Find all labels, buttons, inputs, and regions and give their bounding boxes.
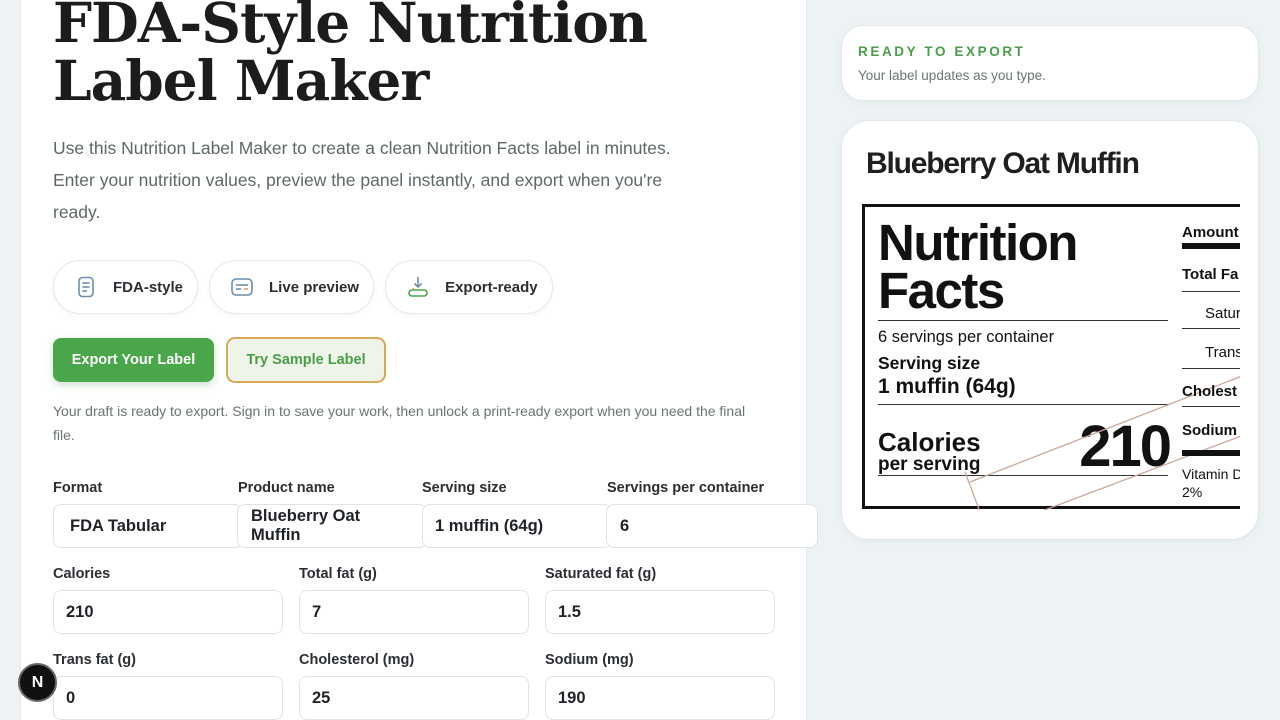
cholesterol-row: Cholest bbox=[1182, 383, 1238, 400]
decorative-diagonal-lines bbox=[964, 376, 1240, 510]
document-icon bbox=[73, 274, 99, 300]
feature-pill-label: FDA-style bbox=[113, 278, 184, 296]
divider bbox=[1182, 406, 1240, 407]
divider bbox=[1182, 243, 1240, 249]
download-tray-icon bbox=[405, 274, 431, 300]
feature-pill-export-ready: Export-ready bbox=[385, 260, 553, 314]
feature-pill-fda-style: FDA-style bbox=[53, 260, 199, 314]
sodium-input[interactable]: 190 bbox=[545, 676, 775, 720]
feature-pills: FDA-style Live preview Export-ready bbox=[53, 260, 553, 314]
export-status-card: READY TO EXPORT Your label updates as yo… bbox=[841, 25, 1259, 101]
preview-card-icon bbox=[229, 274, 255, 300]
product-name-input[interactable]: Blueberry Oat Muffin bbox=[237, 504, 427, 548]
total-fat-input[interactable]: 7 bbox=[299, 590, 529, 634]
saturated-fat-row: Satur bbox=[1205, 305, 1240, 322]
format-label: Format bbox=[53, 480, 103, 496]
label-preview-card: Blueberry Oat Muffin Nutrition Facts 6 se… bbox=[841, 120, 1259, 540]
total-fat-label: Total fat (g) bbox=[299, 566, 377, 582]
trans-fat-row: Trans bbox=[1205, 344, 1240, 361]
calories-label: Calories bbox=[53, 566, 111, 582]
try-sample-label-button[interactable]: Try Sample Label bbox=[226, 337, 386, 383]
product-name-label: Product name bbox=[238, 480, 335, 496]
sodium-label: Sodium (mg) bbox=[545, 652, 634, 668]
nutrition-label-viewport: Nutrition Facts 6 servings per container … bbox=[862, 204, 1240, 510]
cholesterol-input[interactable]: 25 bbox=[299, 676, 529, 720]
serving-size-label: Serving size bbox=[422, 480, 507, 496]
serving-size-input[interactable]: 1 muffin (64g) bbox=[422, 504, 612, 548]
trans-fat-input[interactable]: 0 bbox=[53, 676, 283, 720]
vitamin-d-percent: 2% bbox=[1182, 484, 1203, 500]
sodium-row: Sodium bbox=[1182, 422, 1237, 439]
page-title: FDA-Style Nutrition Label Maker bbox=[53, 0, 648, 113]
vitamin-d-row: Vitamin D bbox=[1182, 466, 1240, 482]
cholesterol-label: Cholesterol (mg) bbox=[299, 652, 415, 668]
preview-product-name: Blueberry Oat Muffin bbox=[866, 147, 1140, 180]
framework-dev-badge[interactable]: N bbox=[18, 663, 57, 702]
saturated-fat-label: Saturated fat (g) bbox=[545, 566, 657, 582]
calories-input[interactable]: 210 bbox=[53, 590, 283, 634]
servings-per-container-input[interactable]: 6 bbox=[606, 504, 818, 548]
status-title: READY TO EXPORT bbox=[858, 44, 1026, 59]
divider bbox=[1182, 450, 1240, 456]
divider bbox=[1182, 328, 1240, 329]
nutrition-facts-panel: Nutrition Facts 6 servings per container … bbox=[862, 204, 1240, 510]
feature-pill-label: Export-ready bbox=[445, 278, 538, 296]
intro-text: Use this Nutrition Label Maker to create… bbox=[53, 138, 671, 222]
feature-pill-live-preview: Live preview bbox=[209, 260, 375, 314]
servings-per-container-label: Servings per container bbox=[607, 480, 765, 496]
saturated-fat-input[interactable]: 1.5 bbox=[545, 590, 775, 634]
export-label-button[interactable]: Export Your Label bbox=[53, 338, 214, 382]
draft-status-note: Your draft is ready to export. Sign in t… bbox=[53, 403, 746, 443]
divider bbox=[1182, 291, 1240, 292]
amount-heading: Amount bbox=[1182, 224, 1239, 241]
total-fat-row: Total Fa bbox=[1182, 266, 1239, 283]
status-subtitle: Your label updates as you type. bbox=[858, 68, 1046, 83]
feature-pill-label: Live preview bbox=[269, 278, 360, 296]
divider bbox=[1182, 368, 1240, 369]
format-select[interactable]: FDA Tabular bbox=[53, 504, 243, 548]
trans-fat-label: Trans fat (g) bbox=[53, 652, 136, 668]
